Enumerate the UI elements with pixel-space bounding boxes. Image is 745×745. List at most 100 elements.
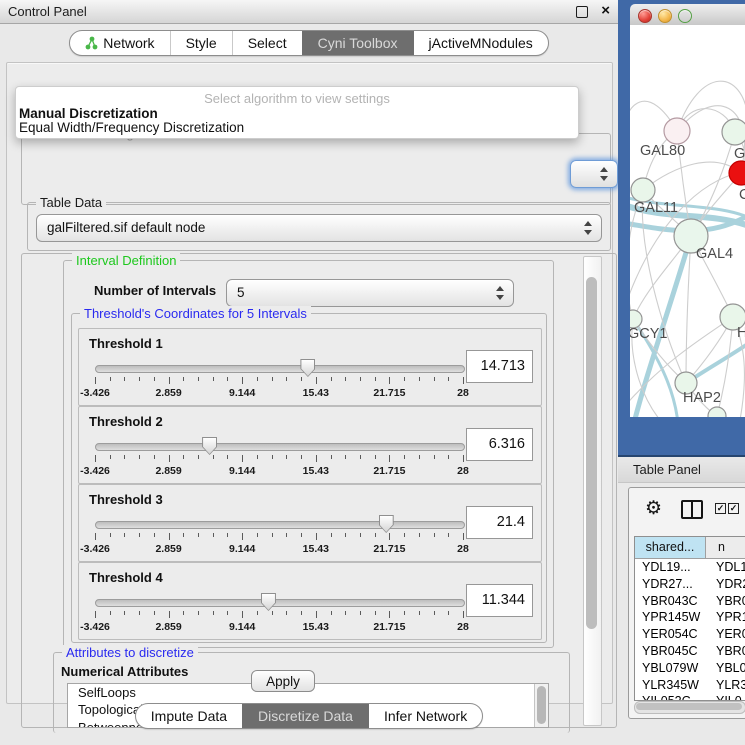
close-icon[interactable]: × xyxy=(601,2,610,19)
tick-mark xyxy=(434,611,435,615)
tick-mark xyxy=(316,533,317,540)
zoom-traffic-light-icon[interactable] xyxy=(678,9,692,23)
tick-mark xyxy=(110,533,111,537)
table-header-row: shared...n xyxy=(635,537,745,559)
slider-track xyxy=(95,521,465,529)
slider-ticks xyxy=(95,455,463,463)
tick-mark xyxy=(213,377,214,381)
table-hscrollbar[interactable] xyxy=(634,701,745,714)
tick-mark xyxy=(154,377,155,381)
popup-option-manual-discretization[interactable]: Manual Discretization xyxy=(19,106,158,121)
tick-mark xyxy=(242,377,243,384)
tick-mark xyxy=(198,377,199,381)
threshold-slider[interactable]: -3.4262.8599.14415.4321.71528 xyxy=(95,441,463,477)
algorithm-settings-panel: Interval Definition Number of Intervals … xyxy=(21,253,617,728)
network-icon xyxy=(85,36,98,50)
threshold-label: Threshold 4 xyxy=(89,570,163,585)
number-of-intervals-combobox[interactable]: 5 xyxy=(226,279,514,307)
threshold-value-field[interactable]: 21.4 xyxy=(466,506,533,539)
network-node-gal80[interactable] xyxy=(664,118,690,144)
table-data-combobox[interactable]: galFiltered.sif default node xyxy=(36,214,602,242)
slider-thumb-icon[interactable] xyxy=(202,437,217,455)
tick-mark xyxy=(463,455,464,462)
table-row[interactable]: YBR043CYBR0 xyxy=(635,593,745,610)
apply-button[interactable]: Apply xyxy=(251,670,315,692)
table-row[interactable]: YDL19...YDL1 xyxy=(635,559,745,576)
table-row[interactable]: YER054CYER0 xyxy=(635,626,745,643)
table-row[interactable]: YBL079WYBL0 xyxy=(635,660,745,677)
table-cell: YER0 xyxy=(706,626,745,643)
tab-discretize-data[interactable]: Discretize Data xyxy=(242,704,368,728)
table-row[interactable]: YBR045CYBR0 xyxy=(635,643,745,660)
tick-mark xyxy=(198,533,199,537)
table-row[interactable]: YLR345WYLR3 xyxy=(635,677,745,694)
slider-thumb-icon[interactable] xyxy=(300,359,315,377)
tick-mark xyxy=(169,455,170,462)
tick-mark xyxy=(154,455,155,459)
tick-mark xyxy=(95,455,96,462)
table-cell: YDL1 xyxy=(706,559,745,576)
table-row[interactable]: YIL052CYIL0 xyxy=(635,693,745,701)
tab-network[interactable]: Network xyxy=(70,31,169,55)
tick-label: 15.43 xyxy=(303,465,329,477)
threshold-value-field[interactable]: 11.344 xyxy=(466,584,533,617)
network-node[interactable] xyxy=(708,407,726,417)
network-window-titlebar[interactable] xyxy=(630,4,745,26)
popup-option-equal-width-frequency-discretization[interactable]: Equal Width/Frequency Discretization xyxy=(19,120,244,135)
tick-mark xyxy=(301,611,302,615)
tick-mark xyxy=(227,377,228,381)
tick-label: 21.715 xyxy=(373,543,405,555)
network-canvas[interactable]: GAL80GACGAL11GAL4GCY1HHAP2 xyxy=(630,25,745,417)
columns-icon[interactable] xyxy=(681,500,703,519)
threshold-slider[interactable]: -3.4262.8599.14415.4321.71528 xyxy=(95,519,463,555)
algorithm-combobox[interactable] xyxy=(570,160,618,188)
threshold-value-field[interactable]: 14.713 xyxy=(466,350,533,383)
tick-mark xyxy=(419,455,420,459)
settings-scrollbar-thumb[interactable] xyxy=(586,277,597,629)
column-header-n[interactable]: n xyxy=(706,537,745,558)
threshold-slider[interactable]: -3.4262.8599.14415.4321.71528 xyxy=(95,597,463,633)
top-tab-bar: NetworkStyleSelectCyni Toolbox jActiveMNo… xyxy=(0,30,618,56)
tab-infer-network[interactable]: Infer Network xyxy=(368,704,482,728)
close-traffic-light-icon[interactable] xyxy=(638,9,652,23)
tick-mark xyxy=(242,533,243,540)
tick-mark xyxy=(463,377,464,384)
tab-jactivemnodules[interactable]: jActiveMNodules xyxy=(413,31,548,55)
slider-thumb-icon[interactable] xyxy=(379,515,394,533)
tick-label: 28 xyxy=(457,543,469,555)
table-row[interactable]: YDR27...YDR2 xyxy=(635,576,745,593)
threshold-label: Threshold 2 xyxy=(89,414,163,429)
tick-mark xyxy=(434,455,435,459)
tab-select[interactable]: Select xyxy=(232,31,302,55)
column-header-shared[interactable]: shared... xyxy=(635,537,706,558)
float-window-icon[interactable] xyxy=(576,6,588,18)
select-all-columns-icon[interactable]: ✓ ✓ xyxy=(715,503,739,514)
tab-cyni-toolbox[interactable]: Cyni Toolbox xyxy=(302,31,413,55)
settings-scrollbar[interactable] xyxy=(583,256,602,726)
gear-icon[interactable]: ⚙ xyxy=(645,497,662,520)
node-attribute-table[interactable]: shared...nYDL19...YDL1YDR27...YDR2YBR043… xyxy=(634,536,745,701)
tab-style[interactable]: Style xyxy=(170,31,232,55)
bottom-tab-bar: Impute DataDiscretize DataInfer Network xyxy=(0,703,618,729)
tick-label: 21.715 xyxy=(373,621,405,633)
slider-thumb-icon[interactable] xyxy=(261,593,276,611)
tick-mark xyxy=(286,455,287,459)
threshold-value-field[interactable]: 6.316 xyxy=(466,428,533,461)
network-window: GAL80GACGAL11GAL4GCY1HHAP2 xyxy=(618,0,745,457)
threshold-panel-2: Threshold 2 -3.4262.8599.14415.4321.71528… xyxy=(78,406,542,484)
table-hscrollbar-thumb[interactable] xyxy=(636,703,742,710)
bottom-tab-capsule: Impute DataDiscretize DataInfer Network xyxy=(135,703,483,729)
table-cell: YDL19... xyxy=(635,559,706,576)
tick-mark xyxy=(95,377,96,384)
threshold-slider[interactable]: -3.4262.8599.14415.4321.71528 xyxy=(95,363,463,399)
network-node-gal11[interactable] xyxy=(631,178,655,202)
threshold-panel-3: Threshold 3-3.4262.8599.14415.4321.71528… xyxy=(78,484,542,562)
network-node-c[interactable] xyxy=(729,161,745,185)
tab-label: jActiveMNodules xyxy=(429,35,533,51)
table-row[interactable]: YPR145WYPR1 xyxy=(635,609,745,626)
minimize-traffic-light-icon[interactable] xyxy=(658,9,672,23)
network-node-ga[interactable] xyxy=(722,119,745,145)
tick-mark xyxy=(331,533,332,537)
table-cell: YPR1 xyxy=(706,609,745,626)
tab-impute-data[interactable]: Impute Data xyxy=(136,704,242,728)
